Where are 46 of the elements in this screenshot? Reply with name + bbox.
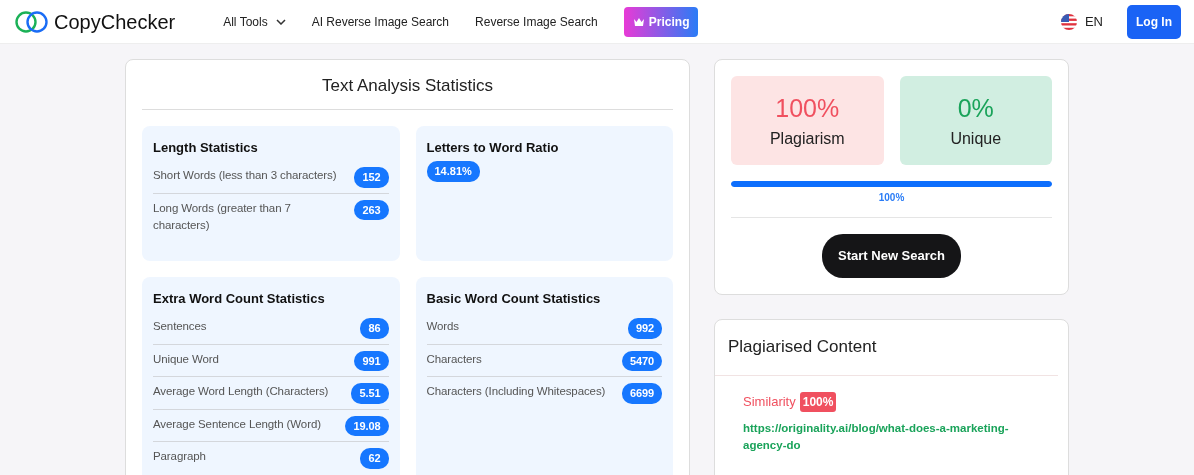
stat-label: Unique Word [153, 351, 219, 367]
value-badge: 5470 [621, 350, 662, 372]
stat-label: Long Words (greater than 7 characters) [153, 200, 292, 233]
stat-label: Average Sentence Length (Word) [153, 416, 321, 432]
panel-title: Basic Word Count Statistics [426, 290, 602, 307]
similarity-badge: 100% [799, 392, 837, 412]
similarity-label: Similarity [743, 393, 796, 412]
value-badge: 152 [354, 167, 389, 188]
stat-label: Short Words (less than 3 characters) [153, 168, 337, 184]
nav-link[interactable]: Reverse Image Search [475, 12, 598, 31]
flag-icon [1060, 13, 1077, 30]
value-badge: 6699 [621, 383, 662, 404]
value-badge: 86 [360, 318, 389, 339]
score-label: Unique [950, 129, 1002, 150]
card-title: Plagiarised Content [727, 335, 878, 358]
nav-link[interactable]: AI Reverse Image Search [311, 12, 450, 31]
score-value: 0% [957, 92, 994, 124]
pricing-button[interactable]: Pricing [623, 6, 699, 37]
value-badge: 5.51 [351, 383, 389, 404]
logo-icon [14, 9, 50, 34]
stat-label: Words [426, 319, 460, 335]
tools-dropdown[interactable]: All Tools [223, 12, 286, 31]
progress-reading: 100% [877, 191, 906, 205]
panel-title: Length Statistics [153, 139, 259, 156]
value-badge: 62 [360, 448, 389, 469]
panel-title: Letters to Word Ratio [426, 139, 560, 156]
brand-name[interactable]: CopyChecker [54, 6, 176, 37]
stat-label: Paragraph [153, 449, 206, 465]
score-label: Plagiarism [769, 129, 845, 150]
card-title: Text Analysis Statistics [142, 60, 673, 110]
new-search-button[interactable]: Start New Search [822, 234, 961, 278]
value-badge: 992 [627, 318, 662, 339]
language-selector[interactable]: EN [1060, 11, 1103, 32]
value-badge: 263 [354, 199, 389, 221]
login-button[interactable]: Log In [1127, 4, 1181, 39]
stat-label: Average Word Length (Characters) [153, 384, 329, 400]
value-badge: 14.81% [426, 161, 480, 182]
value-badge: 19.08 [345, 415, 389, 437]
panel-title: Extra Word Count Statistics [153, 290, 326, 307]
stat-label: Characters [426, 351, 482, 367]
crown-icon [632, 16, 645, 27]
score-value: 100% [775, 92, 840, 124]
stat-label: Characters (Including Whitespaces) [426, 384, 606, 400]
value-badge: 991 [354, 350, 389, 372]
stat-label: Sentences [153, 319, 207, 335]
chevron-down-icon [275, 18, 286, 25]
